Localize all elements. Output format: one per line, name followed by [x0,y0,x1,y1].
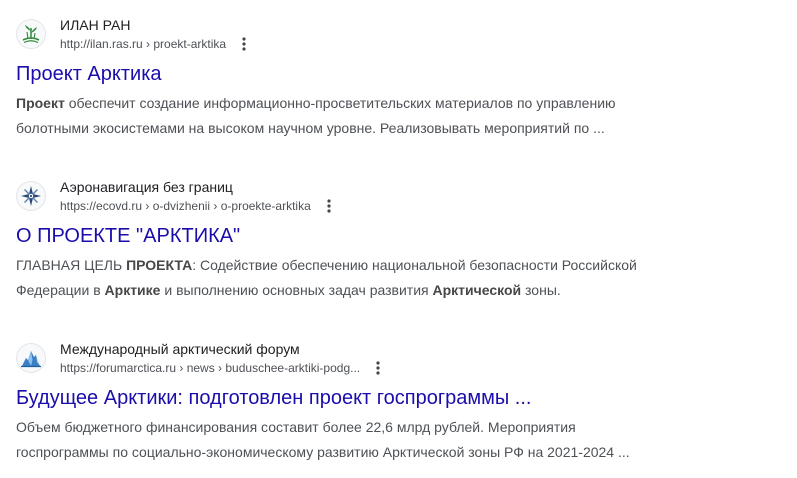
search-result: Международный арктический форум https://… [16,336,786,465]
snippet-text: зоны. [521,282,561,298]
snippet-highlight: Арктике [104,282,161,298]
more-options-icon[interactable] [370,359,386,377]
more-options-icon[interactable] [236,35,252,53]
snippet-line: Федерации в Арктике и выполнению основны… [16,278,706,303]
snippet-text: : Содействие обеспечению национальной бе… [192,257,637,273]
snippet-line: болотными экосистемами на высоком научно… [16,116,706,141]
search-results: ИЛАН РАН http://ilan.ras.ru › proekt-ark… [0,0,797,478]
iceberg-icon [16,343,46,373]
result-title-link[interactable]: Проект Арктика [16,61,786,87]
result-site-name: ИЛАН РАН [60,17,131,33]
snippet-text: Федерации в [16,282,105,298]
snippet-text: ГЛАВНАЯ ЦЕЛЬ [16,257,127,273]
compass-star-icon [16,181,46,211]
result-title-link[interactable]: О ПРОЕКТЕ "АРКТИКА" [16,223,786,249]
result-site-header[interactable]: Аэронавигация без границ https://ecovd.r… [16,174,786,218]
result-site-header[interactable]: Международный арктический форум https://… [16,336,786,380]
result-url: https://ecovd.ru › o-dvizhenii › o-proek… [60,199,311,213]
snippet-highlight: ПРОЕКТА [126,257,193,273]
result-title-link[interactable]: Будущее Арктики: подготовлен проект госп… [16,385,786,411]
snippet-line: Объем бюджетного финансирования составит… [16,415,706,440]
result-snippet: Объем бюджетного финансирования составит… [16,415,706,465]
more-options-icon[interactable] [321,197,337,215]
result-url: https://forumarctica.ru › news › budusch… [60,361,361,375]
result-snippet: Проект обеспечит создание информационно-… [16,91,706,141]
snippet-text: и выполнению основных задач развития [160,282,433,298]
snippet-text: болотными экосистемами на высоком научно… [16,120,605,136]
result-site-name: Аэронавигация без границ [60,179,233,195]
result-site-header[interactable]: ИЛАН РАН http://ilan.ras.ru › proekt-ark… [16,12,786,56]
result-snippet: ГЛАВНАЯ ЦЕЛЬ ПРОЕКТА: Содействие обеспеч… [16,253,706,303]
search-result: ИЛАН РАН http://ilan.ras.ru › proekt-ark… [16,12,786,141]
swamp-plant-logo-icon [16,19,46,49]
snippet-text: Объем бюджетного финансирования составит… [16,419,576,435]
snippet-line: Проект обеспечит создание информационно-… [16,91,706,116]
result-site-name: Международный арктический форум [60,341,300,357]
snippet-highlight: Проект [16,95,65,111]
search-result: Аэронавигация без границ https://ecovd.r… [16,174,786,303]
snippet-text: госпрограммы по социально-экономическому… [16,444,630,460]
snippet-line: ГЛАВНАЯ ЦЕЛЬ ПРОЕКТА: Содействие обеспеч… [16,253,706,278]
snippet-highlight: Арктической [432,282,522,298]
result-url: http://ilan.ras.ru › proekt-arktika [60,37,227,51]
snippet-text: обеспечит создание информационно-просвет… [64,95,616,111]
snippet-line: госпрограммы по социально-экономическому… [16,440,706,465]
